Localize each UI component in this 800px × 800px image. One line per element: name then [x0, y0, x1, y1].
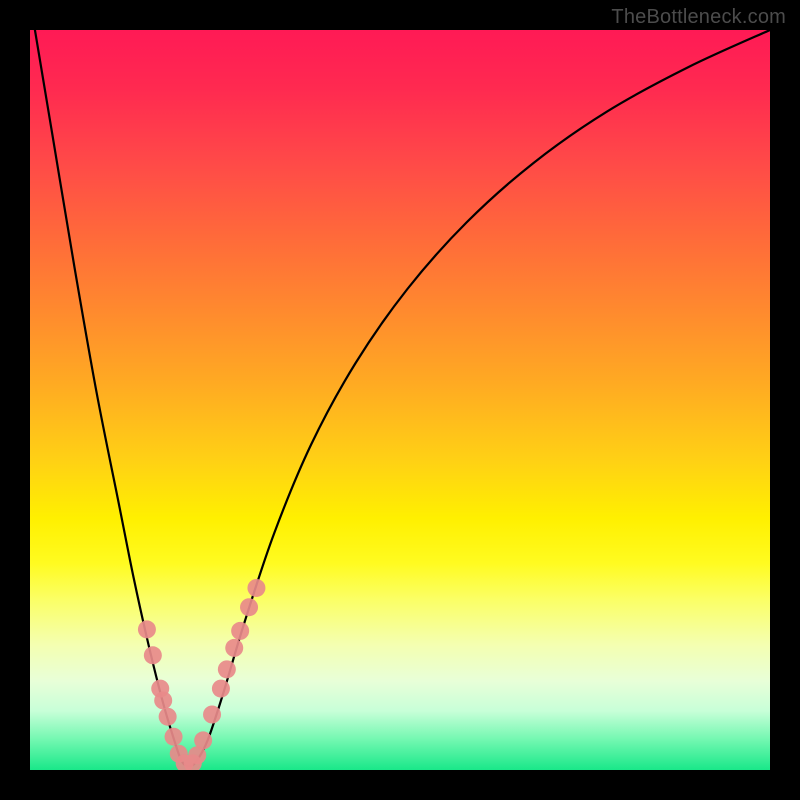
data-marker — [240, 598, 258, 616]
data-marker — [231, 622, 249, 640]
data-marker — [154, 691, 172, 709]
data-marker — [159, 708, 177, 726]
data-marker — [212, 680, 230, 698]
data-marker — [218, 660, 236, 678]
data-marker — [247, 579, 265, 597]
data-marker — [194, 731, 212, 749]
data-marker — [203, 706, 221, 724]
data-marker — [138, 620, 156, 638]
data-marker — [165, 728, 183, 746]
watermark-text: TheBottleneck.com — [611, 6, 786, 29]
chart-container: TheBottleneck.com — [0, 0, 800, 800]
plot-area — [30, 30, 770, 770]
data-marker — [225, 639, 243, 657]
data-markers — [138, 579, 266, 770]
data-marker — [144, 646, 162, 664]
chart-svg — [30, 30, 770, 770]
bottleneck-curve — [30, 30, 770, 766]
